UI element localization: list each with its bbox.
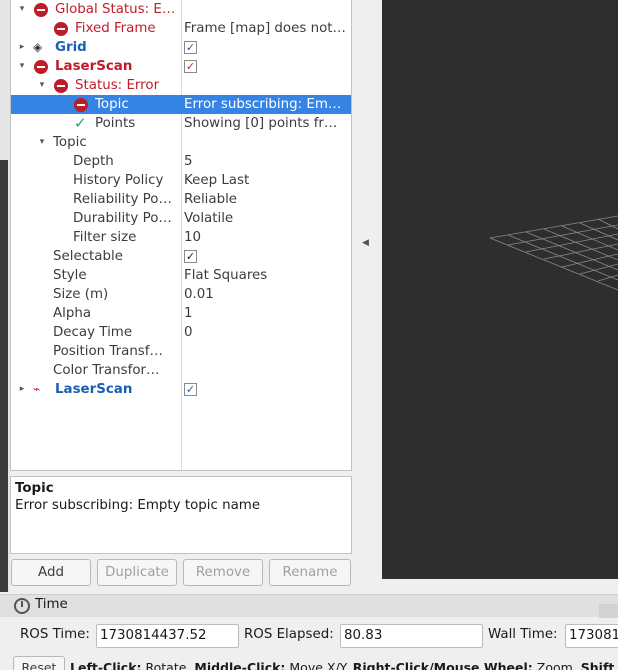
laserscan-icon: ⌁ [33, 382, 41, 396]
tree-row-label: Filter size [73, 230, 137, 245]
tree-row[interactable]: Size (m) 0.01 [11, 285, 351, 304]
tree-row[interactable]: ▾ LaserScan ✓ [11, 57, 351, 76]
enable-checkbox[interactable]: ✓ [184, 60, 197, 73]
expand-arrow-down-icon[interactable]: ▾ [37, 76, 47, 95]
ros-time-label: ROS Time: [20, 627, 90, 642]
tree-row-label: Position Transf… [53, 344, 163, 359]
tree-row[interactable]: Selectable ✓ [11, 247, 351, 266]
left-edge-dark [0, 160, 8, 592]
wall-time-label: Wall Time: [488, 627, 558, 642]
grid-icon: ◈ [33, 40, 43, 54]
remove-button[interactable]: Remove [183, 559, 263, 586]
3d-viewport[interactable] [382, 0, 618, 579]
description-panel: Topic Error subscribing: Empty topic nam… [10, 476, 352, 554]
ros-time-field[interactable]: 1730814437.52 [96, 624, 239, 648]
add-button[interactable]: Add [11, 559, 91, 586]
displays-tree[interactable]: ▾ Global Status: E… Fixed Frame Frame [map]… [10, 0, 352, 471]
tree-row-label: Depth [73, 154, 114, 169]
tree-row-value[interactable]: Frame [map] does not… [184, 19, 349, 38]
tree-row-label: Grid [55, 40, 87, 55]
tree-row-value[interactable]: Volatile [184, 209, 349, 228]
enable-checkbox[interactable]: ✓ [184, 383, 197, 396]
tree-row-value[interactable]: Flat Squares [184, 266, 349, 285]
clock-icon [14, 598, 30, 614]
tree-row[interactable]: Filter size 10 [11, 228, 351, 247]
tree-row-label: LaserScan [55, 382, 133, 397]
tree-row[interactable]: Depth 5 [11, 152, 351, 171]
tree-row-label: Alpha [53, 306, 92, 321]
mouse-hint: Left-Click: Rotate. Middle-Click: Move X… [70, 660, 615, 670]
tree-row[interactable]: ▸ ⌁ LaserScan ✓ [11, 380, 351, 399]
ros-elapsed-field[interactable]: 80.83 [340, 624, 483, 648]
splitter-handle[interactable]: ⋯ [187, 469, 196, 470]
tree-row-label: Style [53, 268, 87, 283]
tree-row-label: Status: Error [75, 78, 160, 93]
expand-arrow-down-icon[interactable]: ▾ [37, 133, 47, 152]
tree-row-value[interactable]: 5 [184, 152, 349, 171]
expand-arrow-down-icon[interactable]: ▾ [17, 0, 27, 19]
description-body: Error subscribing: Empty topic name [15, 498, 261, 513]
enable-checkbox[interactable]: ✓ [184, 250, 197, 263]
collapse-panel-arrow-icon[interactable]: ◀ [362, 238, 369, 248]
tree-row-label: History Policy [73, 173, 164, 188]
time-panel-scrollbar[interactable] [599, 604, 618, 618]
tree-row[interactable]: ▾ Topic [11, 133, 351, 152]
tree-row[interactable]: ▾ Status: Error [11, 76, 351, 95]
tree-row-label: Points [95, 116, 136, 131]
tree-row-label: Selectable [53, 249, 123, 264]
tree-row-label: LaserScan [55, 59, 133, 74]
error-icon [34, 60, 48, 74]
tree-row[interactable]: ✓ Points Showing [0] points fr… [11, 114, 351, 133]
tree-row-value[interactable]: Keep Last [184, 171, 349, 190]
tree-row[interactable]: History Policy Keep Last [11, 171, 351, 190]
tree-row[interactable]: Style Flat Squares [11, 266, 351, 285]
tree-row[interactable]: Reliability Po… Reliable [11, 190, 351, 209]
expand-arrow-right-icon[interactable]: ▸ [17, 380, 27, 399]
error-icon [34, 3, 48, 17]
tree-row[interactable]: Decay Time 0 [11, 323, 351, 342]
tree-row-value[interactable]: Error subscribing: Em… [184, 95, 349, 114]
tree-row-value[interactable]: 0 [184, 323, 349, 342]
status-bar: Reset Left-Click: Rotate. Middle-Click: … [0, 656, 618, 670]
time-panel-title: Time [35, 597, 68, 612]
time-panel-header: Time [0, 594, 618, 617]
tree-row-label: Global Status: E… [55, 2, 176, 17]
reset-button[interactable]: Reset [13, 656, 65, 670]
ok-check-icon: ✓ [74, 114, 87, 132]
description-title: Topic [15, 481, 54, 496]
wall-time-field[interactable]: 173081 [565, 624, 618, 648]
tree-row[interactable]: Alpha 1 [11, 304, 351, 323]
rename-button[interactable]: Rename [269, 559, 351, 586]
tree-row-value[interactable]: 10 [184, 228, 349, 247]
tree-row[interactable]: Fixed Frame Frame [map] does not… [11, 19, 351, 38]
tree-row-label: Color Transfor… [53, 363, 160, 378]
tree-row-value[interactable]: 0.01 [184, 285, 349, 304]
tree-row[interactable]: Topic Error subscribing: Em… [11, 95, 351, 114]
grid-plane [489, 215, 618, 291]
duplicate-button[interactable]: Duplicate [97, 559, 177, 586]
expand-arrow-down-icon[interactable]: ▾ [17, 57, 27, 76]
tree-row[interactable]: ▸ ◈ Grid ✓ [11, 38, 351, 57]
error-icon [54, 22, 68, 36]
error-icon [54, 79, 68, 93]
tree-row-label: Fixed Frame [75, 21, 156, 36]
enable-checkbox[interactable]: ✓ [184, 41, 197, 54]
error-icon [74, 98, 88, 112]
tree-row-label: Reliability Po… [73, 192, 172, 207]
tree-row-label: Topic [95, 97, 129, 112]
tree-row[interactable]: ▾ Global Status: E… [11, 0, 351, 19]
tree-row-label: Decay Time [53, 325, 133, 340]
tree-row[interactable]: Position Transf… [11, 342, 351, 361]
tree-row-label: Topic [53, 135, 87, 150]
tree-row-label: Size (m) [53, 287, 109, 302]
tree-row-value[interactable]: 1 [184, 304, 349, 323]
tree-row[interactable]: Color Transfor… [11, 361, 351, 380]
expand-arrow-right-icon[interactable]: ▸ [17, 38, 27, 57]
ros-elapsed-label: ROS Elapsed: [244, 627, 334, 642]
left-edge [0, 0, 10, 592]
tree-row-label: Durability Po… [73, 211, 172, 226]
tree-row-value[interactable]: Showing [0] points fr… [184, 114, 349, 133]
tree-row[interactable]: Durability Po… Volatile [11, 209, 351, 228]
tree-row-value[interactable]: Reliable [184, 190, 349, 209]
